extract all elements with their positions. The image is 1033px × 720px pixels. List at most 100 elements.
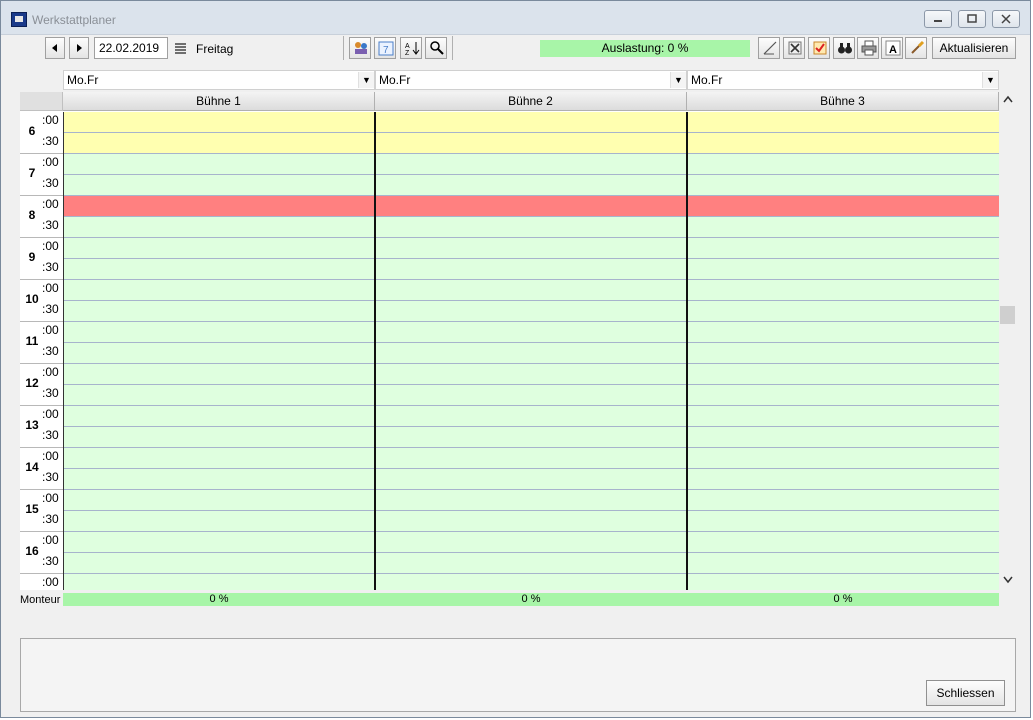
time-slot-cell[interactable] bbox=[688, 406, 999, 427]
time-slot-cell[interactable] bbox=[64, 532, 374, 553]
time-slot-cell[interactable] bbox=[688, 574, 999, 590]
time-slot-cell[interactable] bbox=[376, 469, 686, 490]
time-slot-cell[interactable] bbox=[688, 322, 999, 343]
time-slot-cell[interactable] bbox=[376, 259, 686, 280]
time-slot-cell[interactable] bbox=[376, 217, 686, 238]
time-slot-cell[interactable] bbox=[688, 490, 999, 511]
time-slot-cell[interactable] bbox=[688, 112, 999, 133]
edit-button[interactable] bbox=[758, 37, 780, 59]
time-slot-cell[interactable] bbox=[64, 385, 374, 406]
chevron-down-icon[interactable]: ▼ bbox=[670, 72, 686, 88]
time-slot-cell[interactable] bbox=[688, 154, 999, 175]
print-button[interactable] bbox=[857, 37, 879, 59]
time-slot-cell[interactable] bbox=[64, 343, 374, 364]
time-slot-cell[interactable] bbox=[64, 490, 374, 511]
prev-day-button[interactable] bbox=[45, 37, 65, 59]
time-slot-cell[interactable] bbox=[376, 553, 686, 574]
time-slot-cell[interactable] bbox=[688, 385, 999, 406]
time-slot-cell[interactable] bbox=[376, 448, 686, 469]
time-slot-cell[interactable] bbox=[376, 490, 686, 511]
sort-button[interactable]: AZ bbox=[400, 37, 422, 59]
refresh-button[interactable]: Aktualisieren bbox=[932, 37, 1016, 59]
time-slot-cell[interactable] bbox=[64, 322, 374, 343]
time-slot-cell[interactable] bbox=[688, 133, 999, 154]
scroll-down-button[interactable] bbox=[999, 573, 1016, 590]
time-slot-cell[interactable] bbox=[64, 574, 374, 590]
time-slot-cell[interactable] bbox=[688, 259, 999, 280]
time-slot-cell[interactable] bbox=[376, 238, 686, 259]
time-slot-cell[interactable] bbox=[64, 511, 374, 532]
scrollbar-thumb[interactable] bbox=[1000, 306, 1015, 324]
time-slot-cell[interactable] bbox=[376, 322, 686, 343]
column-header-buehne-2[interactable]: Bühne 2 bbox=[375, 92, 687, 111]
time-slot-cell[interactable] bbox=[64, 217, 374, 238]
notes-panel[interactable] bbox=[20, 638, 1016, 712]
time-slot-cell[interactable] bbox=[376, 364, 686, 385]
time-slot-cell[interactable] bbox=[64, 133, 374, 154]
filter-select-2[interactable]: Mo.Fr ▼ bbox=[375, 70, 687, 90]
time-slot-cell[interactable] bbox=[688, 175, 999, 196]
calendar-button[interactable]: 7 bbox=[374, 37, 396, 59]
time-slot-cell[interactable] bbox=[64, 112, 374, 133]
close-window-button[interactable] bbox=[992, 10, 1020, 28]
time-slot-cell[interactable] bbox=[376, 574, 686, 590]
column-header-buehne-3[interactable]: Bühne 3 bbox=[687, 92, 999, 111]
brush-button[interactable] bbox=[905, 37, 927, 59]
time-slot-cell[interactable] bbox=[688, 364, 999, 385]
time-slot-cell[interactable] bbox=[376, 196, 686, 217]
time-slot-cell[interactable] bbox=[688, 448, 999, 469]
time-slot-cell[interactable] bbox=[64, 280, 374, 301]
filter-select-3[interactable]: Mo.Fr ▼ bbox=[687, 70, 999, 90]
time-slot-cell[interactable] bbox=[64, 154, 374, 175]
time-slot-cell[interactable] bbox=[64, 406, 374, 427]
time-slot-cell[interactable] bbox=[688, 238, 999, 259]
time-slot-cell[interactable] bbox=[688, 427, 999, 448]
time-slot-cell[interactable] bbox=[64, 448, 374, 469]
search-button[interactable] bbox=[425, 37, 447, 59]
time-slot-cell[interactable] bbox=[688, 280, 999, 301]
time-slot-cell[interactable] bbox=[688, 301, 999, 322]
time-slot-cell[interactable] bbox=[64, 301, 374, 322]
time-slot-cell[interactable] bbox=[64, 469, 374, 490]
time-slot-cell[interactable] bbox=[688, 343, 999, 364]
time-slot-cell[interactable] bbox=[688, 553, 999, 574]
chevron-down-icon[interactable]: ▼ bbox=[982, 72, 998, 88]
filter-select-1[interactable]: Mo.Fr ▼ bbox=[63, 70, 375, 90]
time-slot-cell[interactable] bbox=[376, 406, 686, 427]
people-button[interactable] bbox=[349, 37, 371, 59]
calendar-list-icon[interactable] bbox=[174, 42, 187, 57]
time-slot-cell[interactable] bbox=[376, 427, 686, 448]
time-slot-cell[interactable] bbox=[376, 154, 686, 175]
time-slot-cell[interactable] bbox=[64, 259, 374, 280]
scroll-up-button[interactable] bbox=[999, 92, 1016, 109]
time-slot-cell[interactable] bbox=[64, 427, 374, 448]
vertical-scrollbar[interactable] bbox=[999, 92, 1016, 590]
time-slot-cell[interactable] bbox=[376, 343, 686, 364]
time-slot-cell[interactable] bbox=[376, 112, 686, 133]
time-slot-cell[interactable] bbox=[64, 364, 374, 385]
time-slot-cell[interactable] bbox=[688, 469, 999, 490]
time-slot-cell[interactable] bbox=[376, 511, 686, 532]
time-slot-cell[interactable] bbox=[376, 385, 686, 406]
time-slot-cell[interactable] bbox=[64, 553, 374, 574]
maximize-button[interactable] bbox=[958, 10, 986, 28]
time-slot-cell[interactable] bbox=[376, 133, 686, 154]
chevron-down-icon[interactable]: ▼ bbox=[358, 72, 374, 88]
time-slot-cell[interactable] bbox=[376, 301, 686, 322]
time-slot-cell[interactable] bbox=[688, 217, 999, 238]
minimize-button[interactable] bbox=[924, 10, 952, 28]
checklist-button[interactable] bbox=[808, 37, 830, 59]
time-slot-cell[interactable] bbox=[376, 532, 686, 553]
column-header-buehne-1[interactable]: Bühne 1 bbox=[63, 92, 375, 111]
time-slot-cell[interactable] bbox=[64, 196, 374, 217]
time-slot-cell[interactable] bbox=[64, 175, 374, 196]
time-slot-cell[interactable] bbox=[64, 238, 374, 259]
binoculars-button[interactable] bbox=[833, 37, 855, 59]
delete-button[interactable] bbox=[783, 37, 805, 59]
schliessen-button[interactable]: Schliessen bbox=[926, 680, 1005, 706]
next-day-button[interactable] bbox=[69, 37, 89, 59]
time-slot-cell[interactable] bbox=[688, 196, 999, 217]
time-slot-cell[interactable] bbox=[376, 280, 686, 301]
time-slot-cell[interactable] bbox=[688, 532, 999, 553]
date-input[interactable]: 22.02.2019 bbox=[94, 37, 168, 59]
